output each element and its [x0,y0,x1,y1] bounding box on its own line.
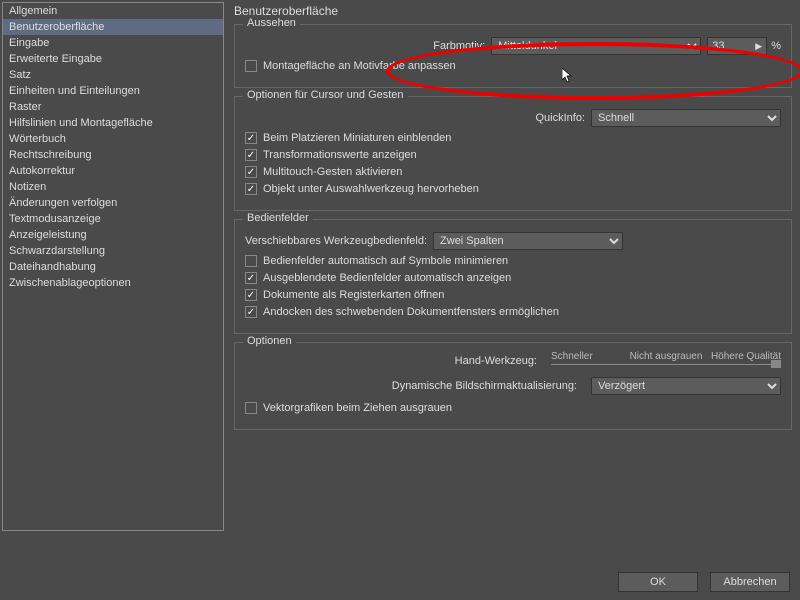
group-panels: Bedienfelder Verschiebbares Werkzeugbedi… [234,219,792,334]
cb-paste-label: Montagefläche an Motivfarbe anpassen [263,60,456,72]
group-options: Optionen Schneller Höhere Qualität Nicht… [234,342,792,430]
hand-tool-label: Hand-Werkzeug: [247,355,537,367]
theme-number-value: 33 [712,40,724,52]
cb-cursor-1[interactable]: Beim Platzieren Miniaturen einblenden [245,132,781,144]
sidebar-item-8[interactable]: Wörterbuch [3,131,223,147]
sidebar-item-6[interactable]: Raster [3,99,223,115]
sidebar-item-12[interactable]: Änderungen verfolgen [3,195,223,211]
sidebar-item-15[interactable]: Schwarzdarstellung [3,243,223,259]
checkbox-icon [245,289,257,301]
cb-cursor-4[interactable]: Objekt unter Auswahlwerkzeug hervorheben [245,183,781,195]
checkbox-icon [245,149,257,161]
toolbar-label: Verschiebbares Werkzeugbedienfeld: [245,235,427,247]
sidebar-item-0[interactable]: Allgemein [3,3,223,19]
checkbox-icon [245,132,257,144]
checkbox-icon [245,60,257,72]
main-panel: Benutzeroberfläche Aussehen Farbmotiv: M… [226,0,800,555]
sidebar-item-17[interactable]: Zwischenablageoptionen [3,275,223,291]
cb-panels-4[interactable]: Andocken des schwebenden Dokumentfenster… [245,306,781,318]
sidebar-item-10[interactable]: Autokorrektur [3,163,223,179]
percent-label: % [771,40,781,52]
cb-paste-row[interactable]: Montagefläche an Motivfarbe anpassen [245,60,781,72]
slider-thumb-icon [771,360,781,368]
toolbar-dropdown[interactable]: Zwei Spalten [433,232,623,250]
cb-panels-3[interactable]: Dokumente als Registerkarten öffnen [245,289,781,301]
ok-button[interactable]: OK [618,572,698,592]
group-appearance-title: Aussehen [243,17,300,29]
sidebar-item-13[interactable]: Textmodusanzeige [3,211,223,227]
cb-vector[interactable]: Vektorgrafiken beim Ziehen ausgrauen [245,402,781,414]
checkbox-icon [245,306,257,318]
sidebar-item-1[interactable]: Benutzeroberfläche [3,19,223,35]
hand-tool-slider[interactable] [551,353,781,369]
sidebar-item-5[interactable]: Einheiten und Einteilungen [3,83,223,99]
play-icon: ▶ [755,41,762,52]
cb-cursor-2[interactable]: Transformationswerte anzeigen [245,149,781,161]
group-appearance: Aussehen Farbmotiv: Mitteldunkel 33 ▶ % … [234,24,792,88]
checkbox-icon [245,402,257,414]
group-cursor-title: Optionen für Cursor und Gesten [243,89,408,101]
sidebar-item-16[interactable]: Dateihandhabung [3,259,223,275]
page-title: Benutzeroberfläche [234,4,792,18]
sidebar-item-7[interactable]: Hilfslinien und Montagefläche [3,115,223,131]
footer: OK Abbrechen [618,572,790,592]
sidebar-item-9[interactable]: Rechtschreibung [3,147,223,163]
theme-number-input[interactable]: 33 ▶ [707,37,767,55]
theme-label: Farbmotiv: [433,40,485,52]
dyn-update-dropdown[interactable]: Verzögert [591,377,781,395]
group-panels-title: Bedienfelder [243,212,313,224]
quickinfo-dropdown[interactable]: Schnell [591,109,781,127]
dyn-update-label: Dynamische Bildschirmaktualisierung: [287,380,577,392]
sidebar-item-11[interactable]: Notizen [3,179,223,195]
checkbox-icon [245,183,257,195]
group-cursor: Optionen für Cursor und Gesten QuickInfo… [234,96,792,211]
cancel-button[interactable]: Abbrechen [710,572,790,592]
sidebar: AllgemeinBenutzeroberflächeEingabeErweit… [2,2,224,531]
cb-panels-1[interactable]: Bedienfelder automatisch auf Symbole min… [245,255,781,267]
sidebar-item-14[interactable]: Anzeigeleistung [3,227,223,243]
group-options-title: Optionen [243,335,296,347]
checkbox-icon [245,166,257,178]
sidebar-item-4[interactable]: Satz [3,67,223,83]
checkbox-icon [245,272,257,284]
theme-dropdown[interactable]: Mitteldunkel [491,37,701,55]
quickinfo-label: QuickInfo: [535,112,585,124]
sidebar-item-3[interactable]: Erweiterte Eingabe [3,51,223,67]
cb-panels-2[interactable]: Ausgeblendete Bedienfelder automatisch a… [245,272,781,284]
checkbox-icon [245,255,257,267]
cb-cursor-3[interactable]: Multitouch-Gesten aktivieren [245,166,781,178]
sidebar-item-2[interactable]: Eingabe [3,35,223,51]
